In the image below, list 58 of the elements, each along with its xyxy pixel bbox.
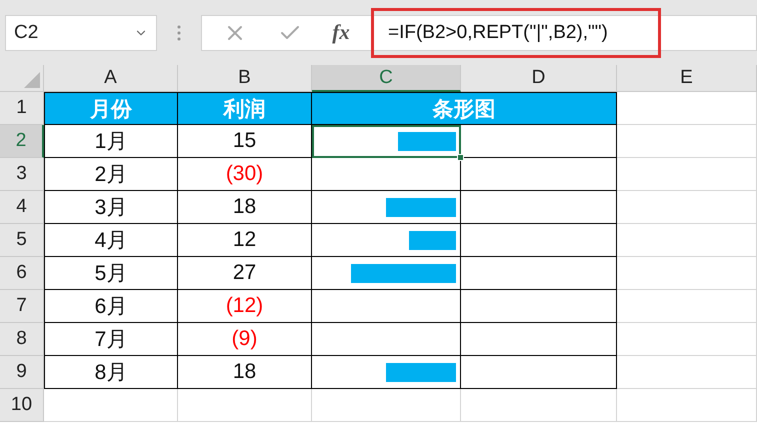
profit-value: (9) xyxy=(232,327,258,351)
name-box[interactable]: C2 xyxy=(5,14,157,50)
formula-field[interactable]: =IF(B2>0,REPT("|",B2),"") xyxy=(373,14,659,50)
column-header[interactable]: E xyxy=(617,65,757,92)
profit-value: (12) xyxy=(226,294,264,318)
table-cell: 2月 xyxy=(44,158,178,191)
table-cell[interactable] xyxy=(461,158,617,191)
table-cell[interactable] xyxy=(312,191,461,224)
table-cell: 3月 xyxy=(44,191,178,224)
profit-value: 18 xyxy=(232,360,256,384)
row-header[interactable]: 9 xyxy=(0,356,44,389)
table-cell: 8月 xyxy=(44,356,178,389)
table-cell: 6月 xyxy=(44,290,178,323)
row-header[interactable]: 4 xyxy=(0,191,44,224)
table-cell[interactable] xyxy=(461,125,617,158)
fill-handle[interactable] xyxy=(457,154,464,161)
row-header[interactable]: 6 xyxy=(0,257,44,290)
table-cell[interactable] xyxy=(461,356,617,389)
profit-value: 18 xyxy=(232,195,256,219)
table-cell: 4月 xyxy=(44,224,178,257)
table-cell[interactable] xyxy=(312,158,461,191)
column-header[interactable]: C xyxy=(312,65,461,92)
row-header[interactable]: 8 xyxy=(0,323,44,356)
header-cell: 利润 xyxy=(178,92,312,125)
cell-reference: C2 xyxy=(14,22,38,44)
table-cell: 1月 xyxy=(44,125,178,158)
table-cell[interactable] xyxy=(461,191,617,224)
profit-value: 15 xyxy=(232,129,256,153)
column-header[interactable]: D xyxy=(461,65,617,92)
row-header[interactable]: 3 xyxy=(0,158,44,191)
table-cell[interactable] xyxy=(461,224,617,257)
table-cell[interactable] xyxy=(461,290,617,323)
column-header[interactable]: B xyxy=(178,65,312,92)
table-cell[interactable] xyxy=(312,323,461,356)
profit-value: (30) xyxy=(226,162,264,186)
row-header[interactable]: 5 xyxy=(0,224,44,257)
table-cell[interactable] xyxy=(312,257,461,290)
header-cell: 条形图 xyxy=(312,92,617,125)
header-cell: 月份 xyxy=(44,92,178,125)
row-header[interactable]: 10 xyxy=(0,389,44,422)
table-cell[interactable] xyxy=(461,257,617,290)
profit-value: 12 xyxy=(232,228,256,252)
grip-icon xyxy=(177,24,181,42)
table-cell[interactable] xyxy=(461,323,617,356)
table-cell: 5月 xyxy=(44,257,178,290)
row-header[interactable]: 7 xyxy=(0,290,44,323)
table-cell[interactable] xyxy=(312,224,461,257)
active-cell[interactable] xyxy=(312,125,461,158)
triangle-icon xyxy=(24,72,40,88)
insert-function-button[interactable]: fx xyxy=(332,20,350,45)
table-cell[interactable] xyxy=(312,290,461,323)
table-cell[interactable] xyxy=(312,356,461,389)
row-header[interactable]: 1 xyxy=(0,92,44,125)
profit-value: 27 xyxy=(232,261,256,285)
column-header[interactable]: A xyxy=(44,65,178,92)
formula-bar-field-end[interactable] xyxy=(661,14,757,50)
row-header[interactable]: 2 xyxy=(0,125,44,158)
table-cell: 7月 xyxy=(44,323,178,356)
